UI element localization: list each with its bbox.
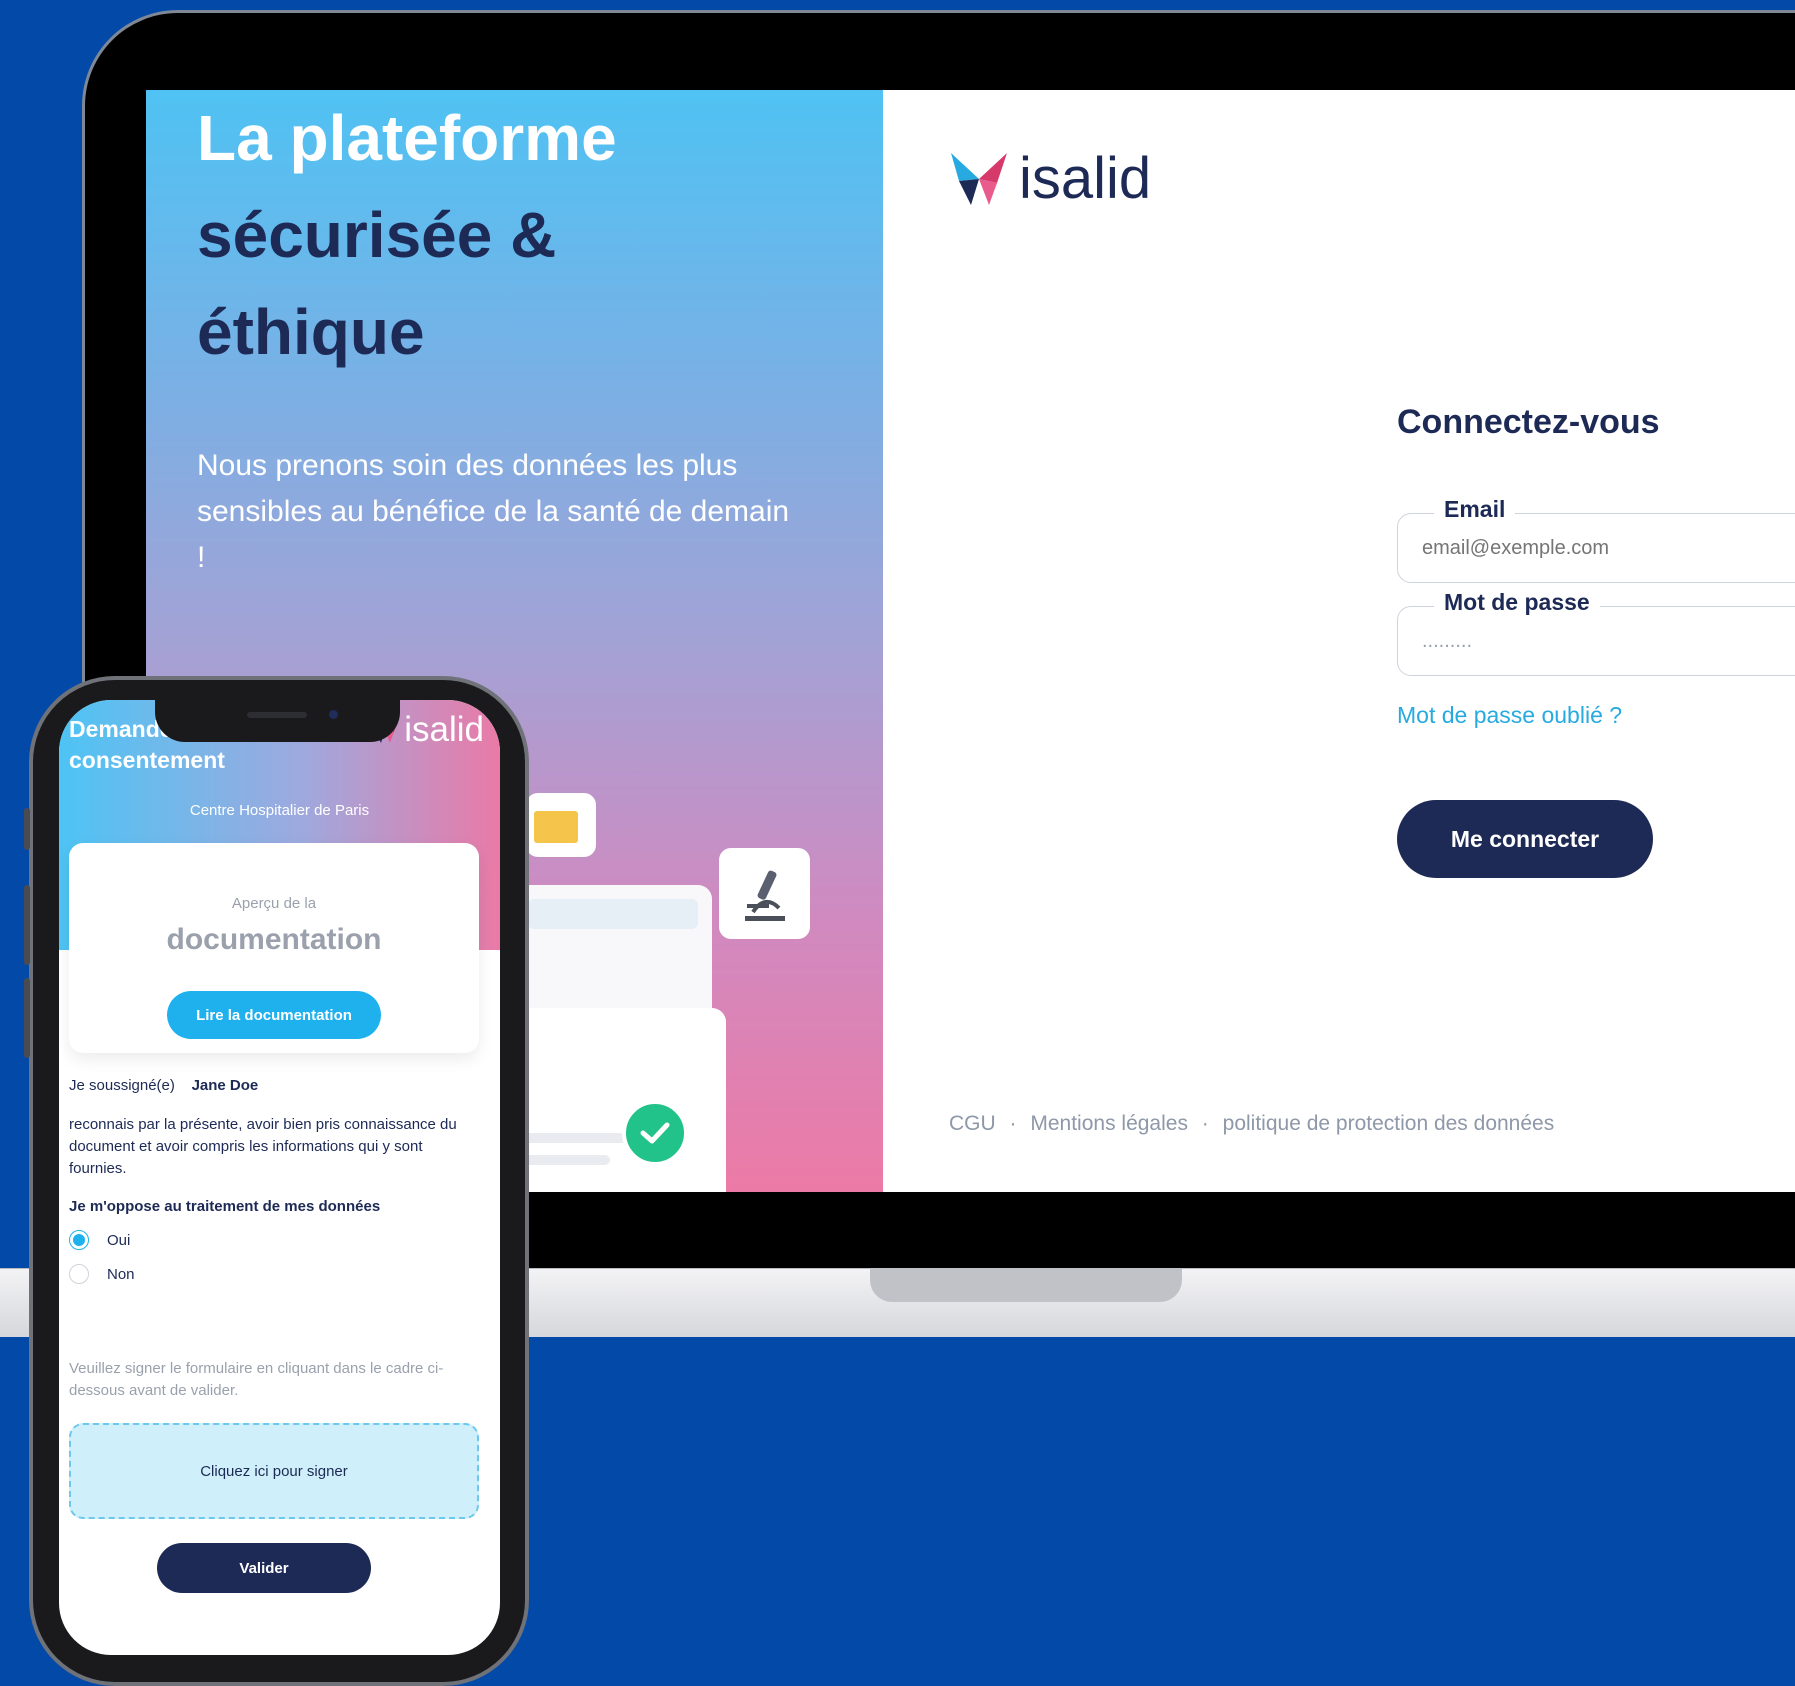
phone-speaker	[247, 712, 307, 718]
radio-option-non[interactable]: Non	[69, 1264, 135, 1284]
login-panel: isalid Connectez-vous Email Mot de passe…	[883, 90, 1795, 1192]
promo-title-line3: éthique	[197, 296, 425, 368]
mentions-legales-link[interactable]: Mentions légales	[1030, 1112, 1188, 1135]
isalid-logo: isalid	[949, 145, 1151, 212]
folder-icon	[526, 793, 596, 857]
footer-separator: ·	[1009, 1112, 1017, 1135]
radio-label: Oui	[107, 1231, 131, 1249]
footer-separator: ·	[1201, 1112, 1209, 1135]
privacy-policy-link[interactable]: politique de protection des données	[1223, 1112, 1555, 1135]
opposition-question: Je m'oppose au traitement de mes données	[69, 1198, 381, 1215]
password-label: Mot de passe	[1434, 589, 1600, 616]
phone-side-button	[24, 978, 30, 1058]
login-button[interactable]: Me connecter	[1397, 800, 1653, 878]
acknowledgement-text: reconnais par la présente, avoir bien pr…	[69, 1116, 457, 1177]
password-input[interactable]	[1420, 629, 1795, 654]
undersigned-line: Je soussigné(e) Jane Doe	[69, 1075, 479, 1097]
password-field: Mot de passe	[1397, 589, 1795, 676]
radio-button-selected[interactable]	[69, 1230, 89, 1250]
isalid-logo-icon	[951, 152, 1007, 205]
promo-title: La plateforme sécurisée & éthique	[197, 90, 837, 381]
email-input[interactable]	[1420, 536, 1795, 561]
promo-title-line2: sécurisée &	[197, 199, 557, 271]
logo-text: isalid	[1019, 146, 1152, 211]
card-title: documentation	[166, 923, 382, 956]
phone-side-button	[24, 885, 30, 965]
phone-logo-text: isalid	[404, 710, 484, 749]
radio-label: Non	[107, 1265, 135, 1283]
cgu-link[interactable]: CGU	[949, 1112, 996, 1135]
validate-button[interactable]: Valider	[157, 1543, 371, 1593]
sign-hint: Veuillez signer le formulaire en cliquan…	[69, 1360, 444, 1399]
laptop-hinge-notch	[870, 1268, 1182, 1302]
hospital-name: Centre Hospitalier de Paris	[189, 802, 370, 819]
email-label: Email	[1434, 496, 1516, 523]
email-field: Email	[1397, 496, 1795, 583]
phone-screen: Demande de consentement isalid Centre Ho…	[59, 700, 500, 1655]
footer-links: CGU · Mentions légales · politique de pr…	[949, 1112, 1554, 1136]
phone-notch	[155, 700, 400, 742]
microscope-icon	[719, 848, 810, 939]
undersigned-label: Je soussigné(e)	[69, 1077, 175, 1094]
signature-box[interactable]: Cliquez ici pour signer	[69, 1423, 479, 1519]
radio-option-oui[interactable]: Oui	[69, 1230, 130, 1250]
read-documentation-button[interactable]: Lire la documentation	[167, 991, 381, 1039]
check-icon	[622, 1100, 688, 1166]
phone-side-button	[24, 808, 30, 850]
card-subtitle: Aperçu de la	[231, 895, 317, 912]
promo-title-line1: La plateforme	[197, 102, 617, 174]
forgot-password-link[interactable]: Mot de passe oublié ?	[1397, 702, 1622, 729]
documentation-card: Aperçu de la documentation Lire la docum…	[69, 843, 479, 1053]
phone-camera	[329, 710, 338, 719]
undersigned-name: Jane Doe	[191, 1077, 259, 1094]
login-title: Connectez-vous	[1397, 403, 1660, 441]
radio-button[interactable]	[69, 1264, 89, 1284]
promo-subtitle: Nous prenons soin des données les plus s…	[197, 449, 790, 574]
